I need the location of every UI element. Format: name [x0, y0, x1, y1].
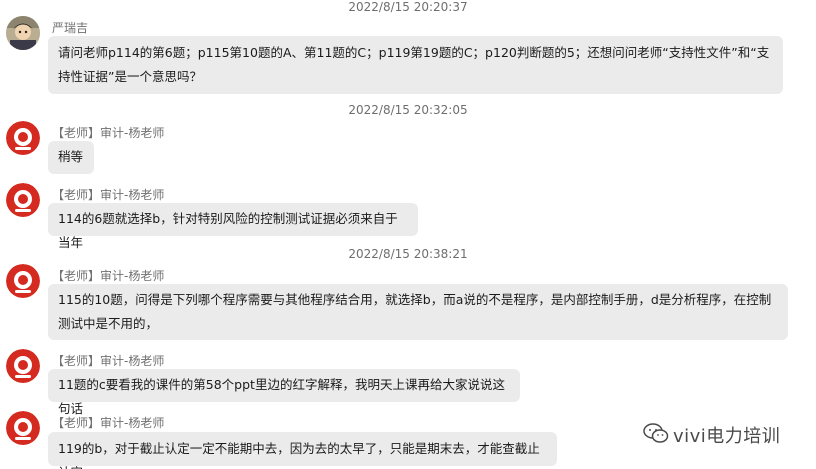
sender-name: 【老师】审计-杨老师 [52, 188, 165, 202]
sender-name: 【老师】审计-杨老师 [52, 416, 165, 430]
teacher-avatar[interactable] [6, 411, 40, 445]
message-bubble[interactable]: 115的10题，问得是下列哪个程序需要与其他程序结合用，就选择b，而a说的不是程… [48, 284, 788, 340]
message-text: 稍等 [58, 149, 84, 164]
message-text: 115的10题，问得是下列哪个程序需要与其他程序结合用，就选择b，而a说的不是程… [58, 292, 772, 331]
teacher-avatar[interactable] [6, 183, 40, 217]
message-text: 请问老师p114的第6题；p115第10题的A、第11题的C；p119第19题的… [58, 45, 770, 84]
timestamp: 2022/8/15 20:20:37 [348, 0, 468, 14]
wechat-icon [643, 423, 669, 443]
teacher-avatar[interactable] [6, 264, 40, 298]
timestamp: 2022/8/15 20:32:05 [348, 103, 468, 117]
message-bubble[interactable]: 请问老师p114的第6题；p115第10题的A、第11题的C；p119第19题的… [48, 36, 783, 94]
watermark-text: vivi电力培训 [673, 426, 781, 447]
teacher-avatar[interactable] [6, 121, 40, 155]
message-bubble[interactable]: 11题的c要看我的课件的第58个ppt里边的红字解释，我明天上课再给大家说说这句… [48, 369, 520, 416]
timestamp: 2022/8/15 20:38:21 [348, 247, 468, 261]
message-bubble[interactable]: 稍等 [48, 141, 94, 174]
sender-name: 严瑞吉 [52, 21, 89, 35]
message-bubble[interactable]: 114的6题就选择b，针对特别风险的控制测试证据必须来自于当年 [48, 203, 418, 250]
sender-name: 【老师】审计-杨老师 [52, 269, 165, 283]
sender-name: 【老师】审计-杨老师 [52, 354, 165, 368]
message-text: 119的b，对于截止认定一定不能期中去，因为去的太早了，只能是期末去，才能查截止… [58, 441, 540, 469]
student-avatar[interactable] [6, 16, 40, 50]
watermark: vivi电力培训 [643, 422, 803, 447]
teacher-avatar[interactable] [6, 349, 40, 383]
sender-name: 【老师】审计-杨老师 [52, 126, 165, 140]
message-bubble[interactable]: 119的b，对于截止认定一定不能期中去，因为去的太早了，只能是期末去，才能查截止… [48, 432, 557, 469]
